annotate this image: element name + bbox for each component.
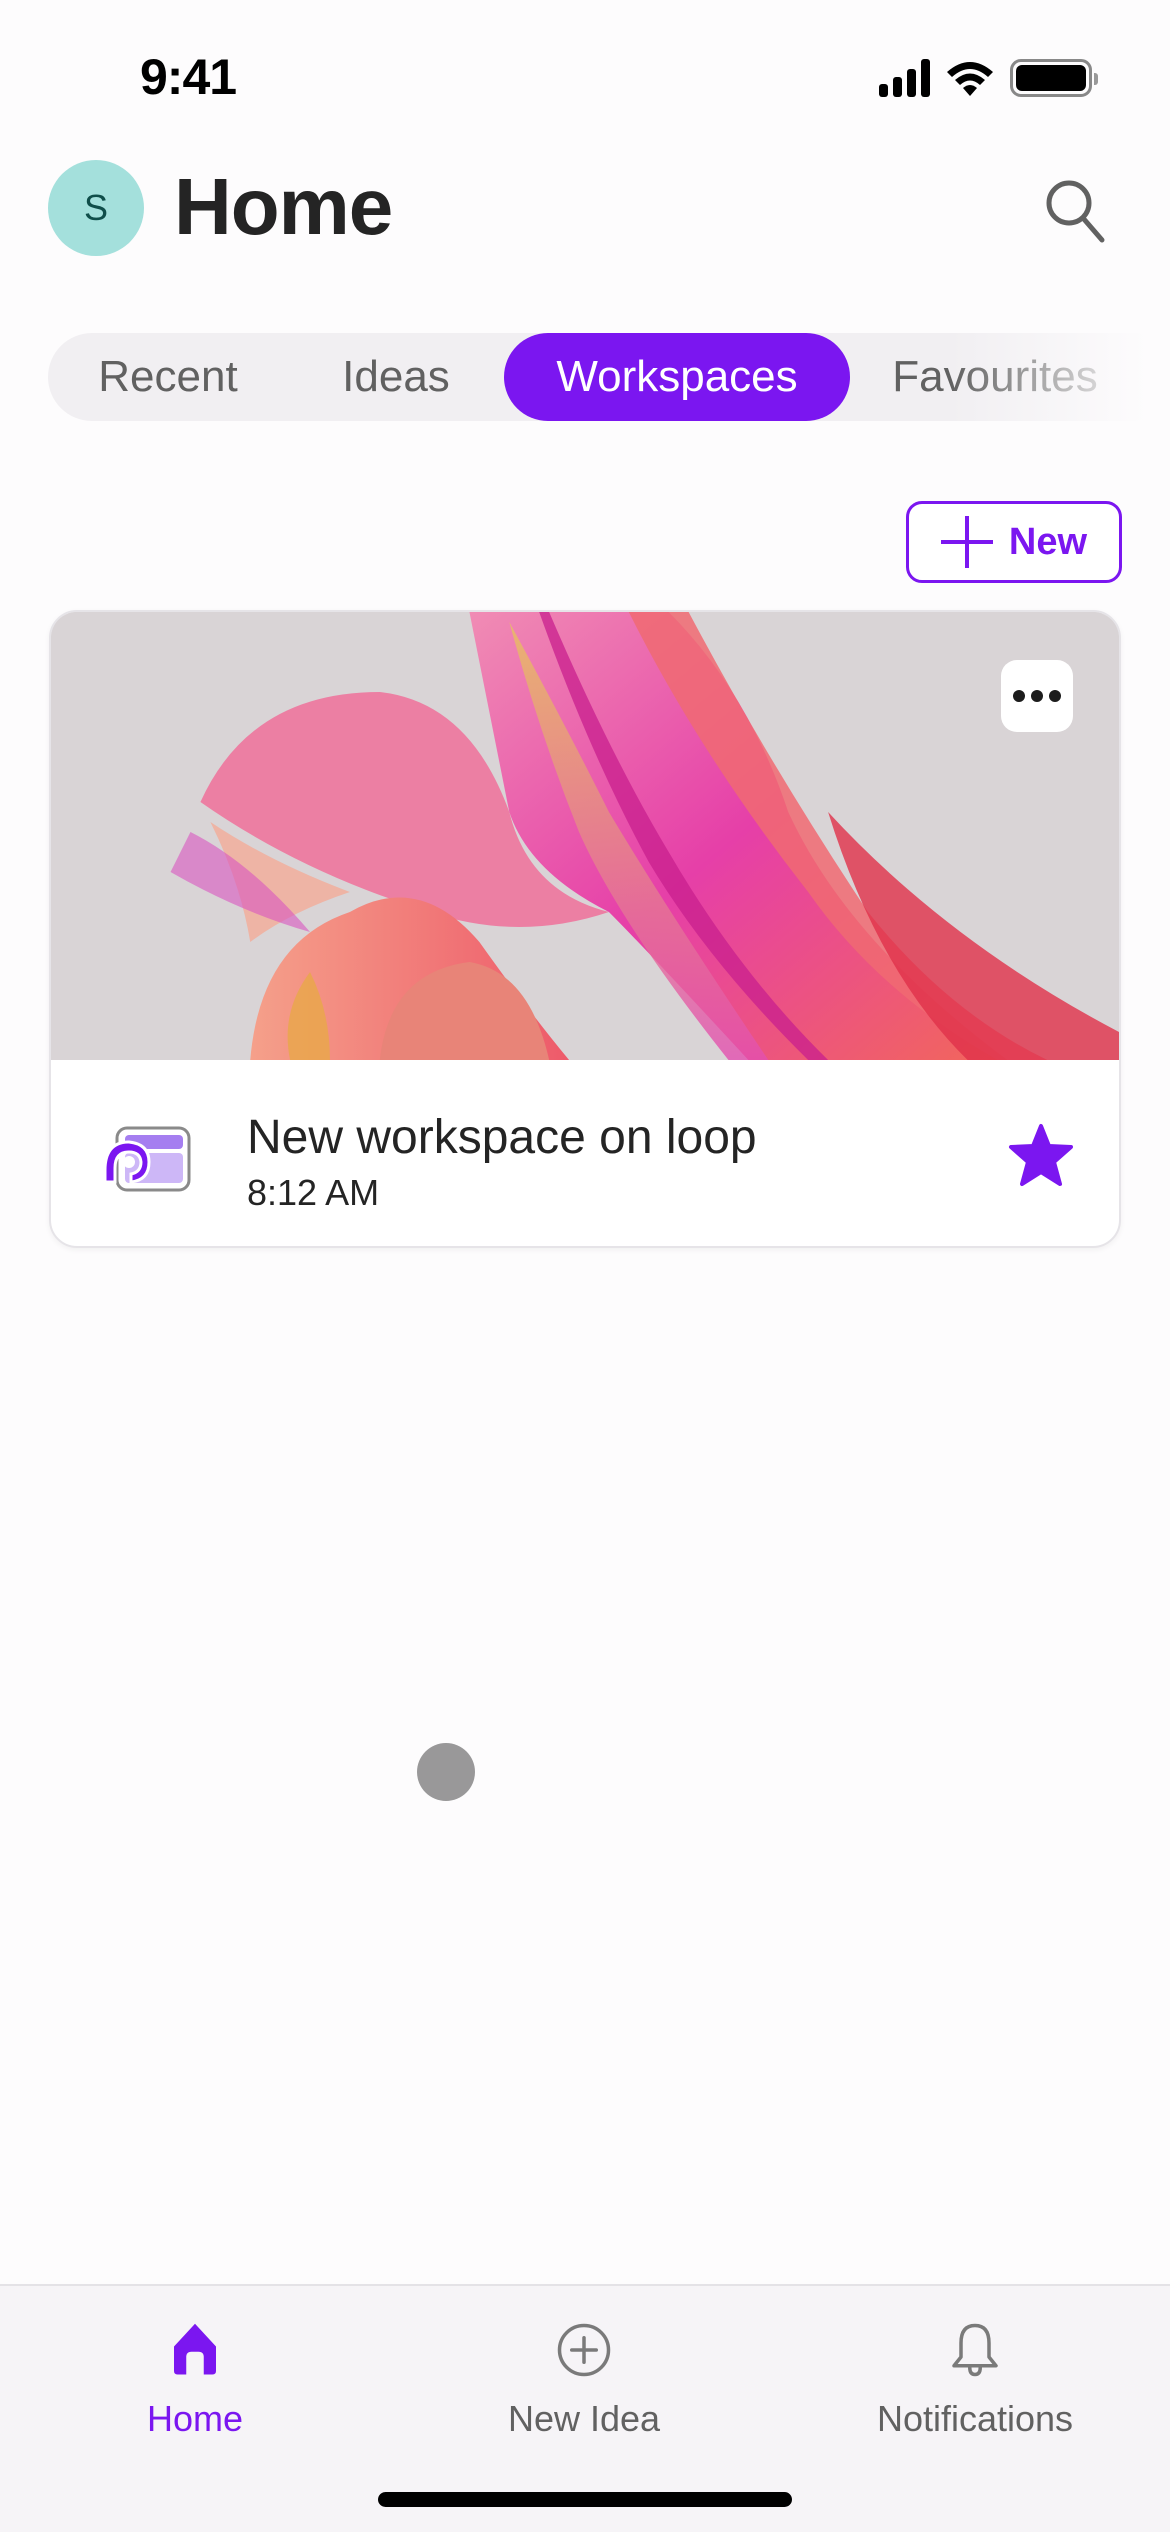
- new-button-label: New: [1008, 520, 1088, 563]
- header: S Home: [0, 155, 1170, 265]
- avatar[interactable]: S: [48, 160, 144, 256]
- more-options-button[interactable]: [1001, 660, 1073, 732]
- workspace-title[interactable]: New workspace on loop: [247, 1110, 757, 1165]
- tab-favourites[interactable]: Favourites: [850, 333, 1140, 421]
- more-dot: [1031, 690, 1043, 702]
- home-icon: [174, 2323, 216, 2375]
- workspace-timestamp: 8:12 AM: [247, 1172, 380, 1213]
- home-indicator[interactable]: [378, 2492, 792, 2507]
- abstract-ribbon-artwork: [51, 612, 1119, 1060]
- cellular-signal-icon: [879, 59, 930, 97]
- nav-new-idea[interactable]: New Idea: [434, 2300, 734, 2440]
- new-workspace-button[interactable]: New: [906, 501, 1122, 583]
- nav-home-label: Home: [146, 2398, 244, 2439]
- tab-workspaces[interactable]: Workspaces: [504, 333, 850, 421]
- page-title: Home: [174, 162, 393, 251]
- more-horizontal-icon: [1013, 690, 1025, 702]
- status-bar: 9:41: [0, 0, 1170, 150]
- workspace-cover-image: [51, 612, 1119, 1060]
- workspace-card[interactable]: New workspace on loop 8:12 AM: [49, 610, 1121, 1248]
- wifi-icon: [947, 62, 993, 96]
- nav-notifications[interactable]: Notifications: [825, 2300, 1125, 2440]
- tab-ideas[interactable]: Ideas: [288, 333, 504, 421]
- status-time: 9:41: [140, 49, 237, 105]
- status-icons: [879, 58, 1098, 98]
- nav-home[interactable]: Home: [45, 2300, 345, 2440]
- plus-icon: [940, 516, 993, 568]
- star-filled-icon[interactable]: [1007, 1122, 1075, 1190]
- bell-icon: [952, 2323, 998, 2377]
- add-circle-icon: [557, 2323, 611, 2377]
- loop-workspace-icon: [103, 1126, 191, 1192]
- workspace-card-body: New workspace on loop 8:12 AM: [51, 1060, 1119, 1246]
- nav-new-idea-label: New Idea: [507, 2398, 661, 2439]
- battery-full-icon: [1010, 59, 1098, 97]
- tab-bar: Recent Ideas Workspaces Favourites: [48, 333, 1170, 421]
- more-dot: [1049, 690, 1061, 702]
- touch-indicator: [417, 1743, 475, 1801]
- search-icon[interactable]: [1040, 175, 1110, 245]
- tab-recent[interactable]: Recent: [48, 333, 288, 421]
- nav-notifications-label: Notifications: [876, 2398, 1074, 2439]
